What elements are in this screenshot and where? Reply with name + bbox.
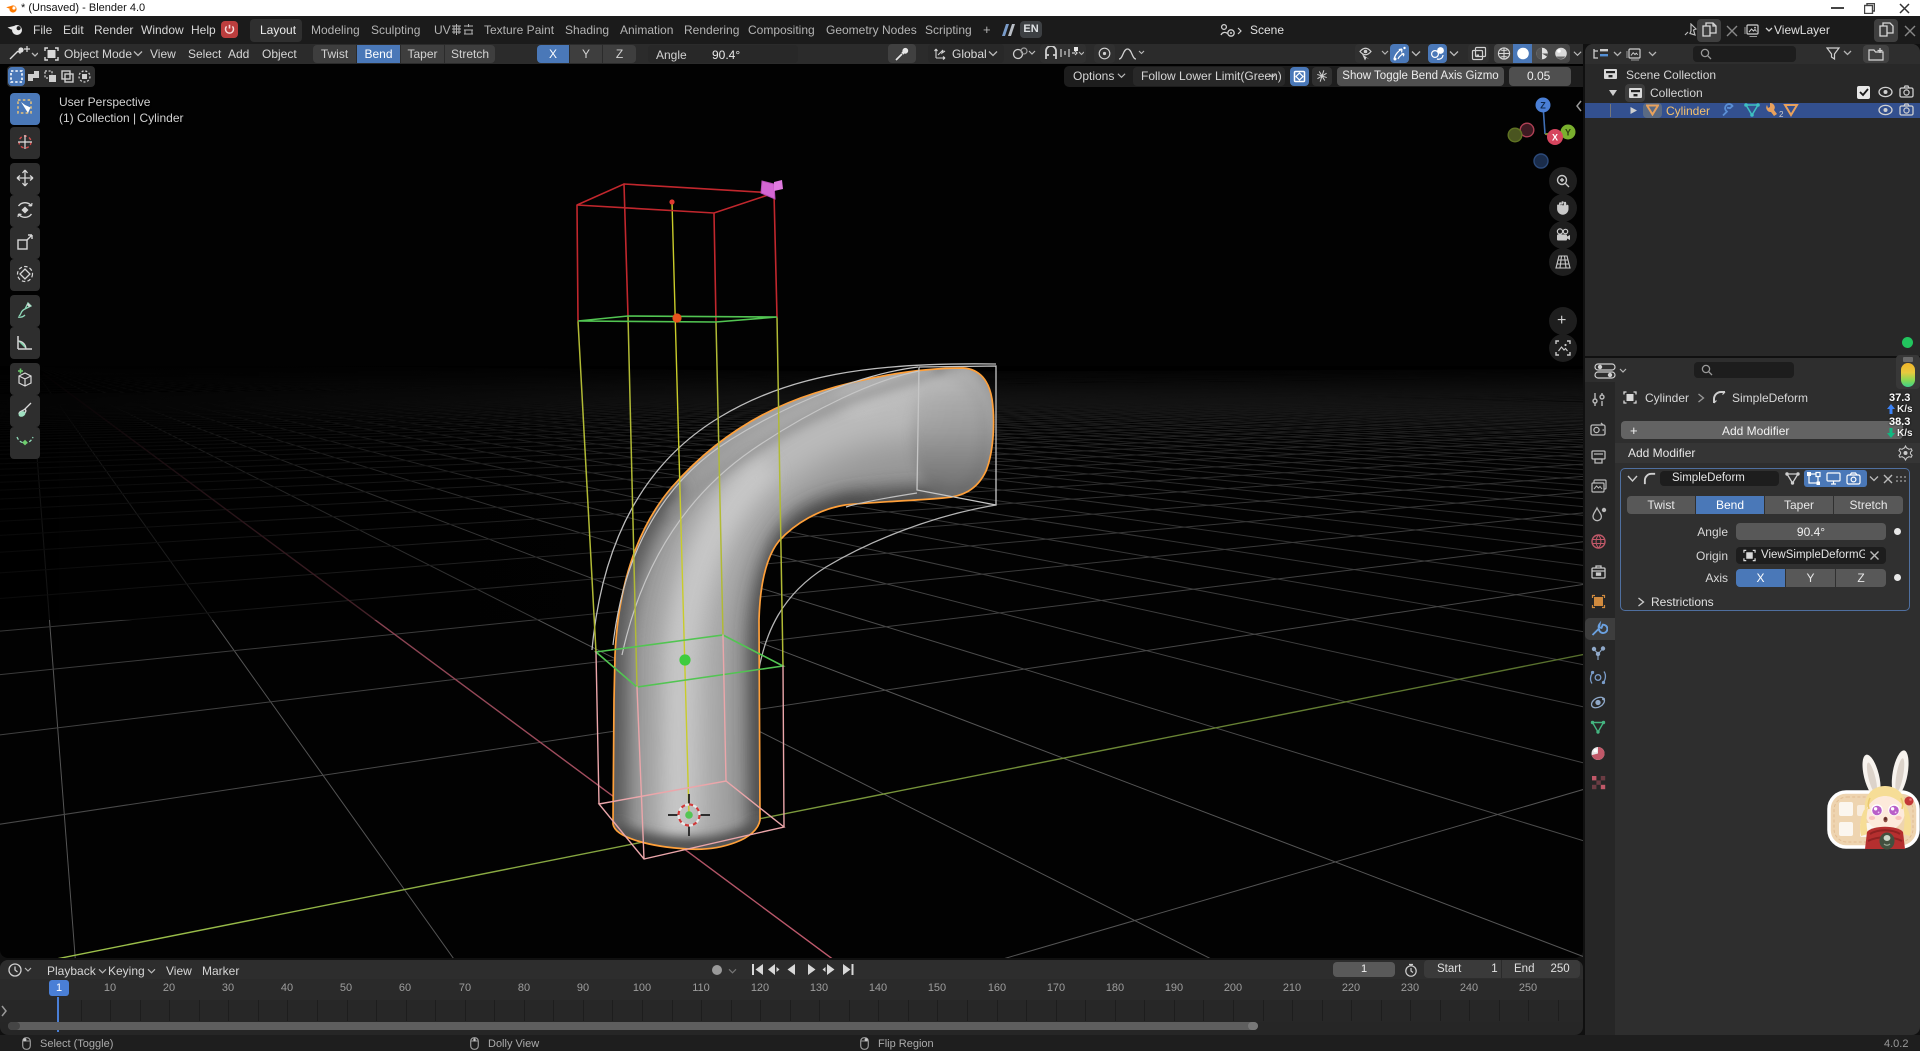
svg-text:Z: Z xyxy=(1540,101,1546,111)
svg-text:Y: Y xyxy=(1565,128,1571,138)
svg-text:X: X xyxy=(1552,133,1558,143)
svg-text:2: 2 xyxy=(1779,110,1784,118)
